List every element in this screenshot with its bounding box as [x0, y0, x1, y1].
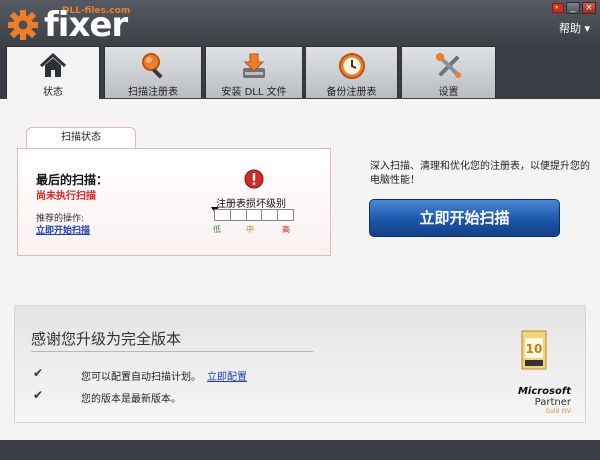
check-icon: ✔ — [33, 366, 44, 380]
gear-logo-icon — [8, 10, 38, 40]
tab-settings-label: 设置 — [438, 87, 459, 98]
app-logo: DLL-files.com fixer — [6, 4, 146, 44]
gold-isv-label: Gold ISV — [545, 408, 571, 415]
tab-settings[interactable]: 设置 — [401, 46, 496, 98]
check-icon: ✔ — [33, 388, 44, 402]
home-icon — [39, 52, 67, 77]
promo-text: 深入扫描、清理和优化您的注册表，以便提升您的电脑性能！ — [370, 161, 590, 186]
tab-scan-registry[interactable]: 扫描注册表 — [104, 46, 202, 98]
scan-status-panel: 最后的扫描： 尚未执行扫描 推荐的操作: 立即开始扫描 注册表损坏级别 低 中 … — [17, 148, 331, 256]
install-download-icon — [243, 53, 265, 78]
award-badge-icon: 10 — [521, 330, 547, 370]
configure-now-link[interactable]: 立即配置 — [207, 372, 247, 383]
warning-icon — [244, 169, 264, 189]
tab-install-dll[interactable]: 安装 DLL 文件 — [205, 46, 303, 98]
tab-install-dll-label: 安装 DLL 文件 — [221, 87, 287, 98]
level-high-label: 高 — [282, 225, 290, 234]
thanks-title: 感谢您升级为完全版本 — [31, 330, 182, 348]
tab-bar: 状态 扫描注册表 安装 DLL 文件 备份注册表 设置 — [0, 46, 600, 100]
magnifier-icon — [142, 53, 163, 79]
schedule-row: 您可以配置自动扫描计划。 立即配置 — [81, 368, 247, 383]
level-mid-label: 中 — [246, 225, 254, 234]
level-low-label: 低 — [213, 225, 221, 234]
tab-status-label: 状态 — [43, 87, 63, 98]
language-flag-icon[interactable]: ★ — [552, 3, 564, 13]
tab-status[interactable]: 状态 — [6, 46, 100, 100]
backup-clock-icon — [338, 53, 365, 79]
last-scan-value: 尚未执行扫描 — [36, 191, 96, 202]
tab-backup-registry[interactable]: 备份注册表 — [305, 46, 398, 98]
thanks-panel: 感谢您升级为完全版本 ✔ 您可以配置自动扫描计划。 立即配置 ✔ 您的版本是最新版… — [14, 305, 586, 423]
help-menu[interactable]: 帮助 ▾ — [559, 20, 590, 36]
partner-label: Partner — [534, 397, 571, 408]
bottom-bar — [0, 440, 600, 460]
microsoft-partner-logo: Microsoft Partner Gold ISV — [501, 386, 571, 415]
window-controls: ★ _ × — [552, 2, 596, 14]
tools-icon — [435, 53, 461, 78]
svg-text:10: 10 — [526, 342, 543, 356]
registry-damage-label: 注册表损坏级别 — [216, 199, 286, 210]
minimize-button[interactable]: _ — [566, 2, 580, 14]
microsoft-name: Microsoft — [517, 386, 571, 397]
title-bar: DLL-files.com fixer ★ _ × 帮助 ▾ — [0, 0, 600, 46]
scan-status-tab: 扫描状态 — [26, 127, 136, 149]
schedule-text: 您可以配置自动扫描计划。 — [81, 372, 201, 383]
last-scan-label: 最后的扫描： — [36, 173, 109, 187]
damage-level-meter — [214, 209, 294, 221]
tab-scan-registry-label: 扫描注册表 — [128, 87, 178, 98]
logo-text: fixer — [44, 5, 128, 45]
close-button[interactable]: × — [582, 2, 596, 14]
start-scan-button[interactable]: 立即开始扫描 — [369, 199, 560, 237]
tab-backup-registry-label: 备份注册表 — [326, 87, 377, 98]
version-text: 您的版本是最新版本。 — [81, 394, 181, 405]
thanks-divider — [31, 351, 313, 352]
start-scan-link[interactable]: 立即开始扫描 — [36, 223, 90, 236]
